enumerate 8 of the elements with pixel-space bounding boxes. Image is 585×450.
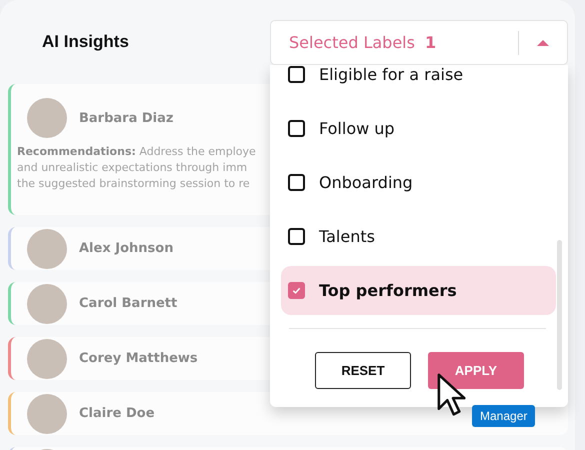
cursor-user-tag: Manager (472, 405, 536, 427)
employee-name: Alex Johnson (79, 241, 174, 256)
employee-name: Carol Barnett (79, 296, 178, 311)
employee-name: Claire Doe (79, 406, 155, 421)
employee-name: Corey Matthews (79, 351, 198, 366)
employee-name: Barbara Diaz (79, 110, 174, 126)
page-title: AI Insights (42, 32, 129, 52)
recommendation-text: Recommendations: Address the employe and unrealistic expectations through imm the suggested brainstorming session to re (17, 144, 257, 192)
